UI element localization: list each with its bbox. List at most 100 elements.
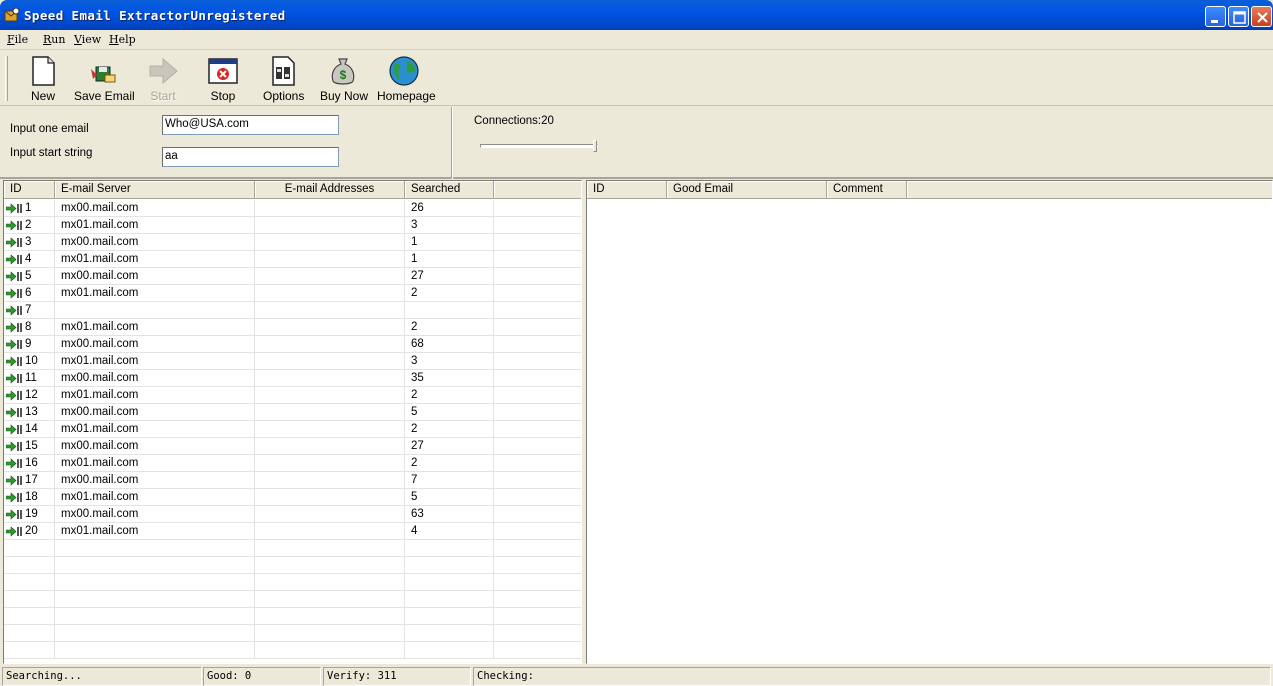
table-row[interactable]: 14 mx01.mail.com 2 (4, 421, 581, 438)
save-email-button[interactable]: Save Email (74, 53, 135, 103)
cell-extra (494, 234, 581, 251)
table-row[interactable]: 10 mx01.mail.com 3 (4, 353, 581, 370)
cell-email-addresses (255, 251, 405, 268)
email-input[interactable]: Who@USA.com (162, 115, 339, 135)
maximize-icon (1233, 11, 1246, 24)
menu-run[interactable]: Run (43, 33, 65, 46)
menu-file[interactable]: File (7, 33, 28, 46)
app-icon (4, 7, 20, 22)
cell-email-server (55, 625, 255, 642)
cell-email-server: mx00.mail.com (55, 506, 255, 523)
cell-id: 11 (4, 370, 55, 387)
col-header-extra-right[interactable] (907, 181, 1272, 199)
table-row[interactable]: 4 mx01.mail.com 1 (4, 251, 581, 268)
table-row[interactable]: 7 (4, 302, 581, 319)
table-row[interactable]: 12 mx01.mail.com 2 (4, 387, 581, 404)
cell-email-server: mx01.mail.com (55, 387, 255, 404)
table-row[interactable]: 18 mx01.mail.com 5 (4, 489, 581, 506)
cell-email-addresses (255, 472, 405, 489)
empty-row (4, 557, 581, 574)
col-header-searched[interactable]: Searched (405, 181, 494, 199)
cell-searched (405, 302, 494, 319)
cell-email-server: mx00.mail.com (55, 268, 255, 285)
cell-extra (494, 404, 581, 421)
table-row[interactable]: 16 mx01.mail.com 2 (4, 455, 581, 472)
cell-extra (494, 489, 581, 506)
cell-email-addresses (255, 336, 405, 353)
table-row[interactable]: 15 mx00.mail.com 27 (4, 438, 581, 455)
cell-id: 4 (4, 251, 55, 268)
cell-searched: 3 (405, 353, 494, 370)
table-row[interactable]: 8 mx01.mail.com 2 (4, 319, 581, 336)
table-row[interactable]: 6 mx01.mail.com 2 (4, 285, 581, 302)
new-button[interactable]: New (23, 53, 63, 103)
stop-button[interactable]: Stop (204, 53, 242, 103)
svg-text:$: $ (340, 68, 347, 82)
cell-email-server: mx00.mail.com (55, 472, 255, 489)
col-header-email-server[interactable]: E-mail Server (55, 181, 255, 199)
cell-email-addresses (255, 217, 405, 234)
new-document-icon (32, 56, 55, 86)
table-row[interactable]: 11 mx00.mail.com 35 (4, 370, 581, 387)
cell-email-server: mx01.mail.com (55, 523, 255, 540)
toolbar-grip[interactable] (5, 56, 8, 101)
cell-email-server (55, 302, 255, 319)
table-row[interactable]: 13 mx00.mail.com 5 (4, 404, 581, 421)
menu-help[interactable]: Help (109, 33, 136, 46)
cell-searched: 3 (405, 217, 494, 234)
connections-slider-thumb[interactable] (593, 140, 597, 152)
cell-email-server: mx00.mail.com (55, 200, 255, 217)
cell-id: 6 (4, 285, 55, 302)
table-row[interactable]: 5 mx00.mail.com 27 (4, 268, 581, 285)
cell-extra (494, 540, 581, 557)
good-email-list[interactable]: ID Good Email Comment (586, 180, 1273, 664)
col-header-good-email[interactable]: Good Email (667, 181, 827, 199)
table-row[interactable]: 3 mx00.mail.com 1 (4, 234, 581, 251)
cell-email-addresses (255, 370, 405, 387)
connections-slider[interactable] (480, 140, 598, 152)
col-header-extra[interactable] (494, 181, 581, 199)
start-string-input[interactable]: aa (162, 147, 339, 167)
cell-email-server (55, 540, 255, 557)
table-row[interactable]: 20 mx01.mail.com 4 (4, 523, 581, 540)
close-button[interactable] (1251, 6, 1272, 27)
cell-email-server: mx00.mail.com (55, 404, 255, 421)
menu-file-key: F (7, 33, 15, 46)
cell-searched (405, 642, 494, 659)
table-row[interactable]: 2 mx01.mail.com 3 (4, 217, 581, 234)
table-row[interactable]: 17 mx00.mail.com 7 (4, 472, 581, 489)
toolbar: New Save Email Start Stop Options $ Buy … (0, 51, 1273, 106)
cell-email-addresses (255, 438, 405, 455)
maximize-button[interactable] (1228, 6, 1249, 27)
email-server-list[interactable]: ID E-mail Server E-mail Addresses Search… (3, 180, 582, 664)
start-button[interactable]: Start (145, 53, 181, 103)
cell-email-addresses (255, 421, 405, 438)
cell-email-addresses (255, 523, 405, 540)
table-row[interactable]: 9 mx00.mail.com 68 (4, 336, 581, 353)
cell-searched: 27 (405, 268, 494, 285)
cell-extra (494, 506, 581, 523)
table-row[interactable]: 1 mx00.mail.com 26 (4, 200, 581, 217)
input-panel: Input one email Who@USA.com Input start … (0, 107, 1273, 179)
cell-extra (494, 370, 581, 387)
status-verify: Verify: 311 (323, 667, 471, 686)
cell-id: 15 (4, 438, 55, 455)
cell-searched (405, 608, 494, 625)
title-bar: Speed Email ExtractorUnregistered (0, 0, 1273, 30)
cell-searched: 2 (405, 319, 494, 336)
cell-searched (405, 625, 494, 642)
minimize-button[interactable] (1205, 6, 1226, 27)
table-row[interactable]: 19 mx00.mail.com 63 (4, 506, 581, 523)
col-header-id-right[interactable]: ID (587, 181, 667, 199)
cell-id: 9 (4, 336, 55, 353)
options-button[interactable]: Options (263, 53, 304, 103)
homepage-button[interactable]: Homepage (377, 53, 436, 103)
col-header-email-addresses[interactable]: E-mail Addresses (255, 181, 405, 199)
buy-now-button[interactable]: $ Buy Now (320, 53, 368, 103)
cell-email-addresses (255, 268, 405, 285)
col-header-id[interactable]: ID (4, 181, 55, 199)
cell-email-server: mx00.mail.com (55, 438, 255, 455)
menu-view[interactable]: View (74, 33, 101, 46)
col-header-comment[interactable]: Comment (827, 181, 907, 199)
cell-id (4, 642, 55, 659)
